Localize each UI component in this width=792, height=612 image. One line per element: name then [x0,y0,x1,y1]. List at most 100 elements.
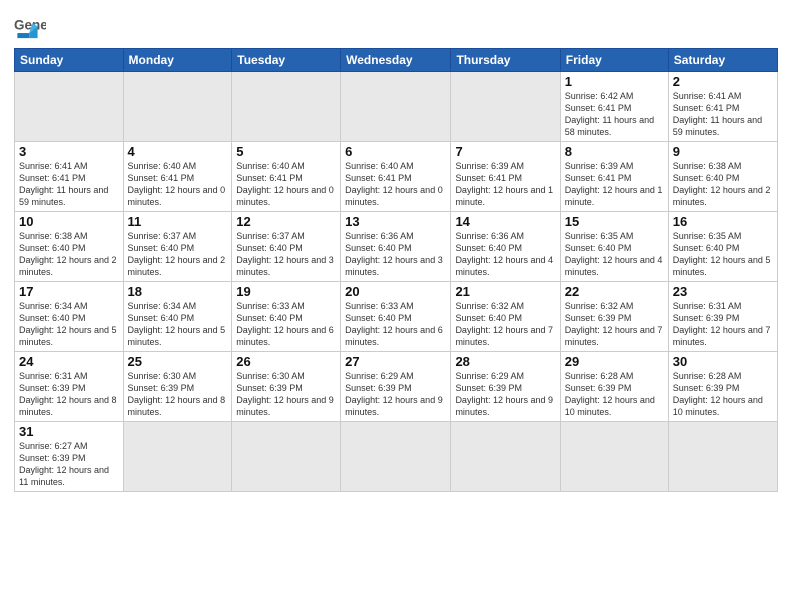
day-number: 4 [128,144,228,159]
day-number: 16 [673,214,773,229]
day-info: Sunrise: 6:40 AM Sunset: 6:41 PM Dayligh… [236,160,336,209]
day-info: Sunrise: 6:40 AM Sunset: 6:41 PM Dayligh… [345,160,446,209]
day-number: 21 [455,284,555,299]
calendar-cell: 10Sunrise: 6:38 AM Sunset: 6:40 PM Dayli… [15,212,124,282]
day-info: Sunrise: 6:28 AM Sunset: 6:39 PM Dayligh… [673,370,773,419]
calendar-cell: 16Sunrise: 6:35 AM Sunset: 6:40 PM Dayli… [668,212,777,282]
day-number: 15 [565,214,664,229]
col-thursday: Thursday [451,49,560,72]
col-saturday: Saturday [668,49,777,72]
calendar-cell: 18Sunrise: 6:34 AM Sunset: 6:40 PM Dayli… [123,282,232,352]
day-number: 22 [565,284,664,299]
calendar-cell: 19Sunrise: 6:33 AM Sunset: 6:40 PM Dayli… [232,282,341,352]
day-info: Sunrise: 6:34 AM Sunset: 6:40 PM Dayligh… [19,300,119,349]
col-monday: Monday [123,49,232,72]
day-info: Sunrise: 6:33 AM Sunset: 6:40 PM Dayligh… [345,300,446,349]
day-info: Sunrise: 6:42 AM Sunset: 6:41 PM Dayligh… [565,90,664,139]
day-info: Sunrise: 6:35 AM Sunset: 6:40 PM Dayligh… [673,230,773,279]
calendar-cell [232,422,341,492]
day-number: 18 [128,284,228,299]
calendar-cell [15,72,124,142]
calendar-cell: 17Sunrise: 6:34 AM Sunset: 6:40 PM Dayli… [15,282,124,352]
calendar-cell: 6Sunrise: 6:40 AM Sunset: 6:41 PM Daylig… [341,142,451,212]
day-info: Sunrise: 6:32 AM Sunset: 6:39 PM Dayligh… [565,300,664,349]
day-info: Sunrise: 6:28 AM Sunset: 6:39 PM Dayligh… [565,370,664,419]
calendar-cell: 13Sunrise: 6:36 AM Sunset: 6:40 PM Dayli… [341,212,451,282]
day-number: 9 [673,144,773,159]
calendar-cell: 31Sunrise: 6:27 AM Sunset: 6:39 PM Dayli… [15,422,124,492]
calendar-cell [451,422,560,492]
day-number: 19 [236,284,336,299]
calendar-cell [123,72,232,142]
calendar-cell: 25Sunrise: 6:30 AM Sunset: 6:39 PM Dayli… [123,352,232,422]
calendar-cell [341,72,451,142]
day-number: 7 [455,144,555,159]
day-info: Sunrise: 6:39 AM Sunset: 6:41 PM Dayligh… [455,160,555,209]
calendar-cell: 22Sunrise: 6:32 AM Sunset: 6:39 PM Dayli… [560,282,668,352]
day-number: 10 [19,214,119,229]
day-info: Sunrise: 6:31 AM Sunset: 6:39 PM Dayligh… [19,370,119,419]
calendar-cell [232,72,341,142]
day-info: Sunrise: 6:40 AM Sunset: 6:41 PM Dayligh… [128,160,228,209]
generalblue-logo-icon: General [14,14,46,42]
day-info: Sunrise: 6:41 AM Sunset: 6:41 PM Dayligh… [19,160,119,209]
day-number: 25 [128,354,228,369]
day-number: 30 [673,354,773,369]
calendar-cell: 14Sunrise: 6:36 AM Sunset: 6:40 PM Dayli… [451,212,560,282]
col-wednesday: Wednesday [341,49,451,72]
calendar-header-row: Sunday Monday Tuesday Wednesday Thursday… [15,49,778,72]
calendar-cell: 4Sunrise: 6:40 AM Sunset: 6:41 PM Daylig… [123,142,232,212]
day-info: Sunrise: 6:29 AM Sunset: 6:39 PM Dayligh… [455,370,555,419]
day-info: Sunrise: 6:29 AM Sunset: 6:39 PM Dayligh… [345,370,446,419]
day-number: 2 [673,74,773,89]
calendar-cell: 5Sunrise: 6:40 AM Sunset: 6:41 PM Daylig… [232,142,341,212]
calendar-cell: 15Sunrise: 6:35 AM Sunset: 6:40 PM Dayli… [560,212,668,282]
day-number: 26 [236,354,336,369]
calendar-cell [560,422,668,492]
calendar-cell: 8Sunrise: 6:39 AM Sunset: 6:41 PM Daylig… [560,142,668,212]
day-number: 20 [345,284,446,299]
day-number: 17 [19,284,119,299]
day-info: Sunrise: 6:36 AM Sunset: 6:40 PM Dayligh… [455,230,555,279]
day-number: 13 [345,214,446,229]
day-number: 27 [345,354,446,369]
calendar-cell: 27Sunrise: 6:29 AM Sunset: 6:39 PM Dayli… [341,352,451,422]
calendar-cell: 1Sunrise: 6:42 AM Sunset: 6:41 PM Daylig… [560,72,668,142]
day-number: 5 [236,144,336,159]
calendar-cell: 3Sunrise: 6:41 AM Sunset: 6:41 PM Daylig… [15,142,124,212]
calendar-cell: 30Sunrise: 6:28 AM Sunset: 6:39 PM Dayli… [668,352,777,422]
calendar-cell [668,422,777,492]
calendar-cell: 9Sunrise: 6:38 AM Sunset: 6:40 PM Daylig… [668,142,777,212]
day-number: 6 [345,144,446,159]
col-sunday: Sunday [15,49,124,72]
day-number: 24 [19,354,119,369]
calendar-cell: 23Sunrise: 6:31 AM Sunset: 6:39 PM Dayli… [668,282,777,352]
day-info: Sunrise: 6:37 AM Sunset: 6:40 PM Dayligh… [128,230,228,279]
svg-text:General: General [14,18,46,33]
day-info: Sunrise: 6:32 AM Sunset: 6:40 PM Dayligh… [455,300,555,349]
calendar-cell: 29Sunrise: 6:28 AM Sunset: 6:39 PM Dayli… [560,352,668,422]
calendar-cell: 12Sunrise: 6:37 AM Sunset: 6:40 PM Dayli… [232,212,341,282]
day-info: Sunrise: 6:30 AM Sunset: 6:39 PM Dayligh… [236,370,336,419]
calendar-cell: 24Sunrise: 6:31 AM Sunset: 6:39 PM Dayli… [15,352,124,422]
calendar-cell: 7Sunrise: 6:39 AM Sunset: 6:41 PM Daylig… [451,142,560,212]
day-info: Sunrise: 6:31 AM Sunset: 6:39 PM Dayligh… [673,300,773,349]
col-tuesday: Tuesday [232,49,341,72]
day-info: Sunrise: 6:30 AM Sunset: 6:39 PM Dayligh… [128,370,228,419]
day-info: Sunrise: 6:34 AM Sunset: 6:40 PM Dayligh… [128,300,228,349]
calendar-table: Sunday Monday Tuesday Wednesday Thursday… [14,48,778,492]
day-number: 14 [455,214,555,229]
day-info: Sunrise: 6:35 AM Sunset: 6:40 PM Dayligh… [565,230,664,279]
day-number: 23 [673,284,773,299]
calendar-cell: 20Sunrise: 6:33 AM Sunset: 6:40 PM Dayli… [341,282,451,352]
day-number: 3 [19,144,119,159]
day-number: 12 [236,214,336,229]
day-number: 29 [565,354,664,369]
calendar-cell: 11Sunrise: 6:37 AM Sunset: 6:40 PM Dayli… [123,212,232,282]
day-number: 31 [19,424,119,439]
day-info: Sunrise: 6:37 AM Sunset: 6:40 PM Dayligh… [236,230,336,279]
day-info: Sunrise: 6:41 AM Sunset: 6:41 PM Dayligh… [673,90,773,139]
calendar-cell [123,422,232,492]
day-info: Sunrise: 6:38 AM Sunset: 6:40 PM Dayligh… [673,160,773,209]
day-info: Sunrise: 6:33 AM Sunset: 6:40 PM Dayligh… [236,300,336,349]
